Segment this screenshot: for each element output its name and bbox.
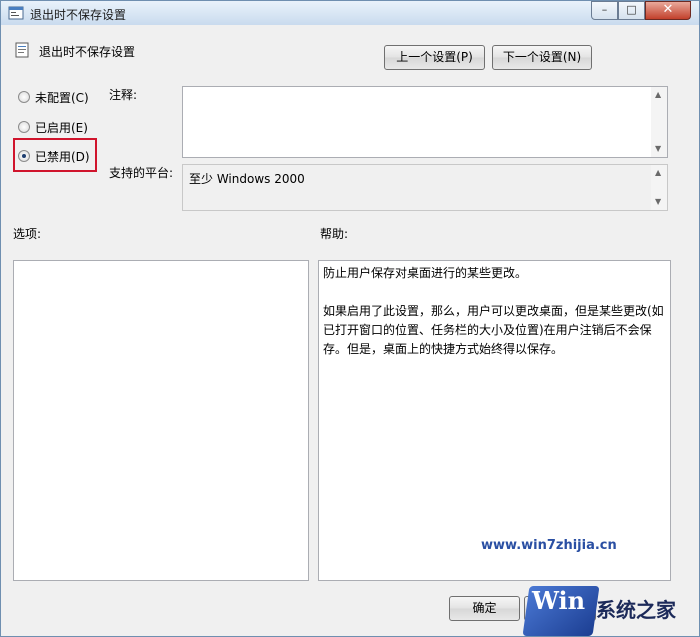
scroll-down-icon[interactable]: ▼ (655, 145, 661, 153)
scroll-down-icon[interactable]: ▼ (655, 198, 661, 206)
close-button[interactable]: ✕ (645, 1, 691, 20)
logo-brand-text: 系统之家 (596, 598, 676, 622)
radio-button-unchecked[interactable] (18, 91, 30, 103)
highlight-annotation-box (13, 138, 97, 172)
radio-button-unchecked[interactable] (18, 121, 30, 133)
next-setting-button[interactable]: 下一个设置(N) (492, 45, 592, 70)
help-text: 防止用户保存对桌面进行的某些更改。 如果启用了此设置，那么，用户可以更改桌面，但… (323, 266, 664, 356)
scroll-up-icon[interactable]: ▲ (655, 91, 661, 99)
title-bar[interactable]: 退出时不保存设置 – □ ✕ (1, 1, 699, 25)
supported-platform-value: 至少 Windows 2000 (189, 172, 305, 186)
supported-platform-field: 至少 Windows 2000 ▲ ▼ (182, 164, 668, 211)
platform-scrollbar[interactable]: ▲ ▼ (651, 165, 667, 210)
scroll-up-icon[interactable]: ▲ (655, 169, 661, 177)
previous-setting-button[interactable]: 上一个设置(P) (384, 45, 485, 70)
help-label: 帮助: (320, 227, 349, 241)
logo-badge-text: Win (532, 586, 586, 615)
policy-setting-icon (8, 6, 24, 20)
comment-label: 注释: (109, 88, 138, 102)
options-label: 选项: (13, 227, 42, 241)
comment-textarea[interactable]: ▲ ▼ (182, 86, 668, 158)
maximize-button[interactable]: □ (618, 1, 645, 20)
watermark-logo: Win 系统之家 (522, 574, 699, 636)
help-panel: 防止用户保存对桌面进行的某些更改。 如果启用了此设置，那么，用户可以更改桌面，但… (318, 260, 671, 581)
radio-label[interactable]: 已启用(E) (35, 119, 88, 136)
minimize-button[interactable]: – (591, 1, 618, 20)
watermark-url: www.win7zhijia.cn (481, 538, 617, 553)
ok-button[interactable]: 确定 (449, 596, 520, 621)
window-title: 退出时不保存设置 (30, 8, 127, 22)
setting-name: 退出时不保存设置 (39, 45, 136, 59)
radio-label[interactable]: 未配置(C) (35, 89, 89, 106)
supported-platform-label: 支持的平台: (109, 166, 174, 180)
policy-dialog-window: 退出时不保存设置 – □ ✕ 退出时不保存设置 上一个设置(P) 下一个设置(N… (0, 0, 700, 637)
setting-document-icon (15, 42, 29, 58)
comment-scrollbar[interactable]: ▲ ▼ (651, 87, 667, 157)
options-panel (13, 260, 309, 581)
